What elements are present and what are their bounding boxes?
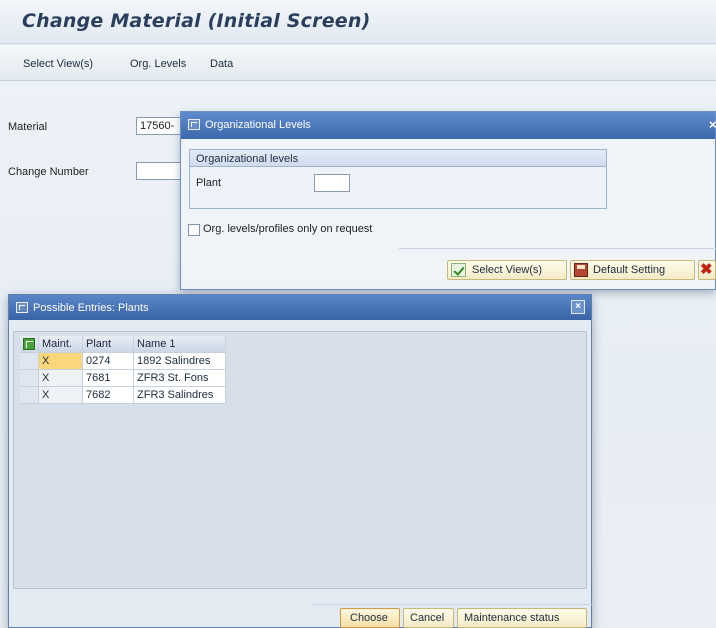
- org-levels-titlebar[interactable]: Organizational Levels ×: [181, 112, 716, 139]
- org-levels-dialog: Organizational Levels × Organizational l…: [180, 111, 716, 290]
- grid-settings-icon: [23, 338, 35, 350]
- choose-button[interactable]: Choose: [340, 608, 400, 628]
- cell-maint[interactable]: X: [39, 353, 83, 370]
- cancel-button[interactable]: Cancel: [403, 608, 454, 628]
- choose-button-label: Choose: [350, 612, 388, 624]
- material-field[interactable]: 17560-: [136, 117, 186, 135]
- cell-plant[interactable]: 0274: [83, 353, 134, 370]
- red-x-icon: ✖: [700, 261, 713, 278]
- menu-data[interactable]: Data: [210, 58, 233, 70]
- grid-settings-button[interactable]: [20, 336, 39, 353]
- org-levels-group: Organizational levels Plant: [189, 149, 607, 209]
- select-views-button-label: Select View(s): [472, 264, 543, 276]
- row-selector[interactable]: [20, 353, 39, 370]
- window-icon: [188, 119, 200, 130]
- org-levels-title: Organizational Levels: [205, 119, 311, 131]
- cancel-icon-button[interactable]: ✖: [698, 260, 716, 280]
- org-levels-close-icon[interactable]: ×: [709, 117, 716, 132]
- plant-field[interactable]: [314, 174, 350, 192]
- possible-entries-titlebar[interactable]: Possible Entries: Plants ×: [9, 295, 591, 320]
- cancel-button-label: Cancel: [410, 612, 445, 624]
- possible-entries-close-icon[interactable]: ×: [571, 300, 585, 314]
- org-levels-on-request-checkbox[interactable]: [188, 224, 200, 236]
- cell-name[interactable]: 1892 Salindres: [134, 353, 226, 370]
- column-header-plant[interactable]: Plant: [83, 336, 134, 353]
- maintenance-status-button-label: Maintenance status: [464, 612, 560, 624]
- cell-plant[interactable]: 7681: [83, 370, 134, 387]
- select-views-button[interactable]: Select View(s): [447, 260, 567, 280]
- save-icon: [574, 263, 588, 277]
- column-header-name[interactable]: Name 1: [134, 336, 226, 353]
- window-icon: [16, 302, 28, 313]
- maintenance-status-button[interactable]: Maintenance status: [457, 608, 587, 628]
- change-number-field[interactable]: [136, 162, 186, 180]
- possible-entries-title: Possible Entries: Plants: [33, 302, 149, 314]
- material-label: Material: [8, 121, 48, 133]
- column-header-maint[interactable]: Maint.: [39, 336, 83, 353]
- cell-maint[interactable]: X: [39, 387, 83, 404]
- menu-select-views[interactable]: Select View(s): [23, 58, 93, 70]
- cell-maint[interactable]: X: [39, 370, 83, 387]
- row-selector[interactable]: [20, 387, 39, 404]
- cell-name[interactable]: ZFR3 St. Fons: [134, 370, 226, 387]
- title-bar: Change Material (Initial Screen): [0, 0, 716, 44]
- org-levels-group-title: Organizational levels: [196, 153, 299, 165]
- green-check-icon: [451, 263, 466, 277]
- org-levels-footer-divider: [399, 248, 716, 249]
- change-number-label: Change Number: [8, 166, 89, 178]
- cell-name[interactable]: ZFR3 Salindres: [134, 387, 226, 404]
- possible-entries-dialog: Possible Entries: Plants × Maint. Plant …: [8, 294, 593, 628]
- org-levels-group-header: Organizational levels: [190, 150, 606, 167]
- cell-plant[interactable]: 7682: [83, 387, 134, 404]
- sap-main-screen: Change Material (Initial Screen) Select …: [0, 0, 716, 628]
- screen-title: Change Material (Initial Screen): [22, 10, 371, 32]
- menu-org-levels[interactable]: Org. Levels: [130, 58, 186, 70]
- org-levels-on-request-label: Org. levels/profiles only on request: [203, 223, 373, 235]
- entries-footer-divider: [313, 604, 593, 605]
- entries-list-area: Maint. Plant Name 1 X 0274 1892 Salindre…: [13, 331, 587, 589]
- default-setting-button[interactable]: Default Setting: [570, 260, 695, 280]
- plant-label: Plant: [196, 177, 222, 189]
- menu-bar: Select View(s) Org. Levels Data: [0, 45, 716, 81]
- default-setting-button-label: Default Setting: [593, 264, 666, 276]
- row-selector[interactable]: [20, 370, 39, 387]
